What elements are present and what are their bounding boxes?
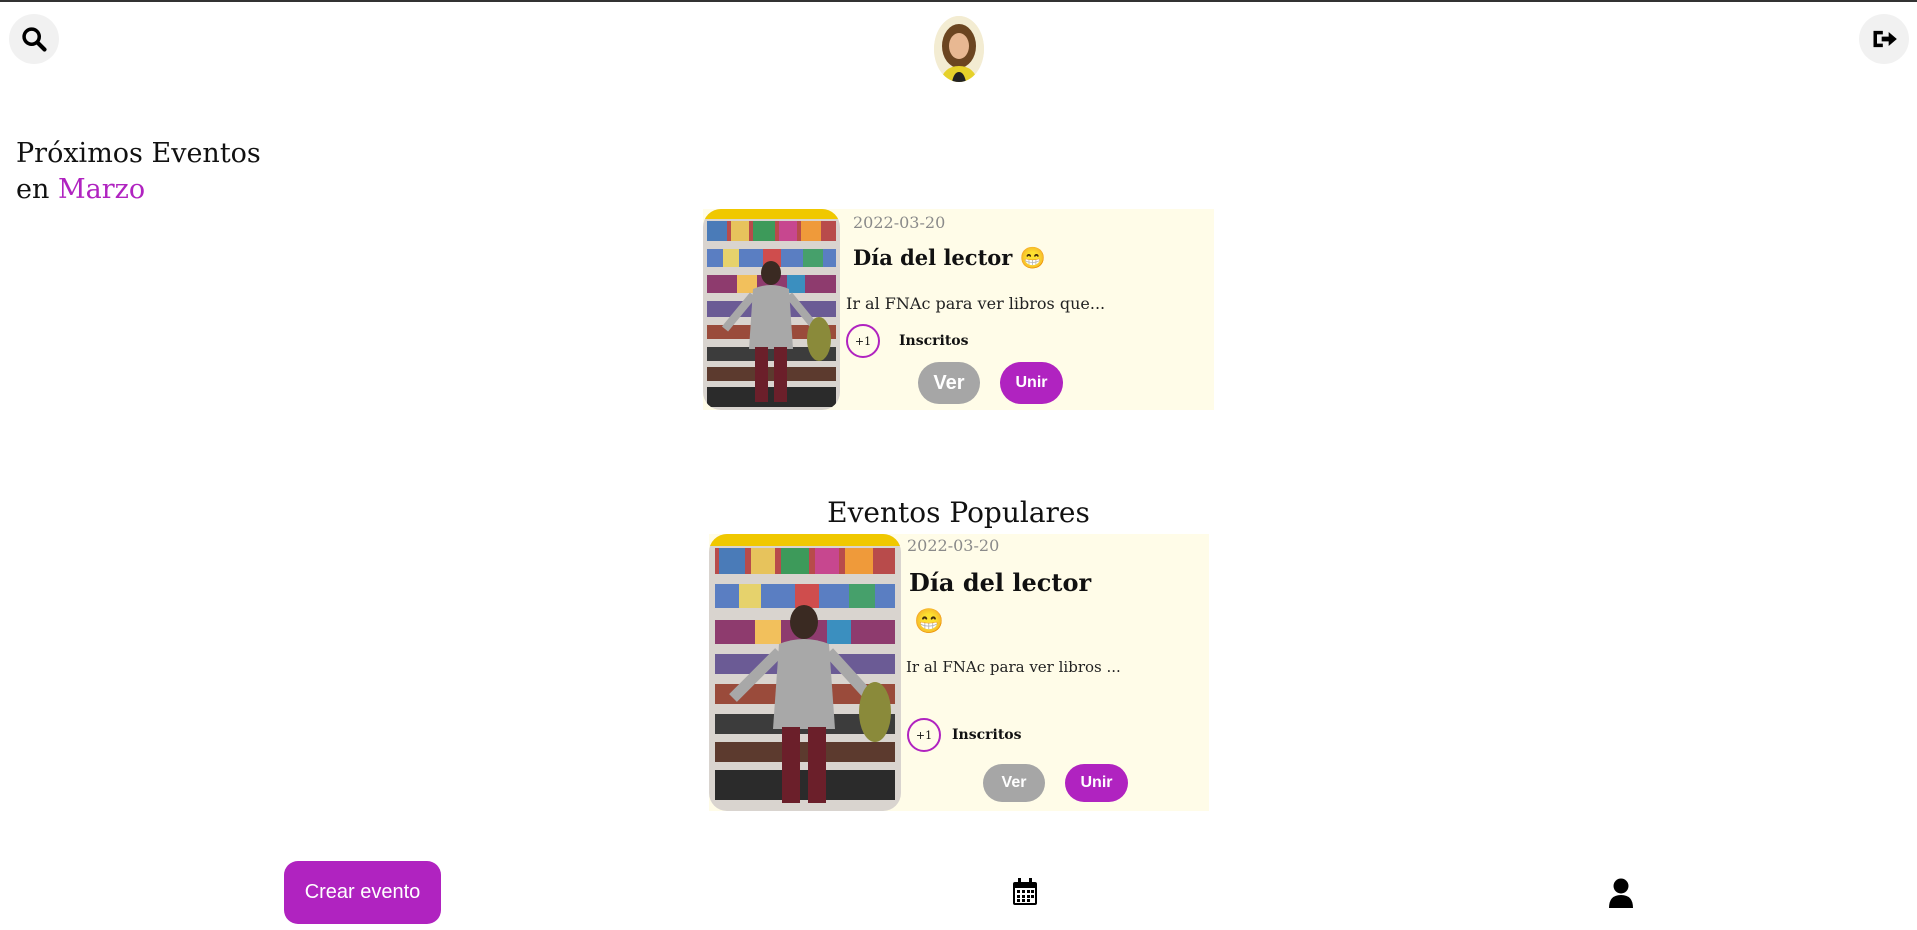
upcoming-prefix: en — [16, 174, 50, 205]
attendee-label: Inscritos — [952, 727, 1022, 743]
view-button[interactable]: Ver — [918, 362, 980, 404]
logout-button[interactable] — [1859, 14, 1909, 64]
join-button[interactable]: Unir — [1065, 764, 1128, 802]
event-description: Ir al FNAc para ver libros que... — [846, 294, 1106, 313]
calendar-icon — [1013, 878, 1037, 905]
view-button[interactable]: Ver — [983, 764, 1045, 802]
attendee-count: +1 — [907, 718, 941, 752]
upcoming-event-card: 2022-03-20 Día del lector 😁 Ir al FNAc p… — [703, 209, 1214, 410]
upcoming-events-heading: Próximos Eventos en Marzo — [16, 136, 261, 208]
upcoming-month: Marzo — [57, 174, 146, 205]
join-button[interactable]: Unir — [1000, 362, 1063, 404]
event-description: Ir al FNAc para ver libros ... — [906, 658, 1121, 676]
popular-event-card: 2022-03-20 Día del lector 😁 Ir al FNAc p… — [709, 534, 1209, 811]
attendee-count: +1 — [846, 324, 880, 358]
event-date: 2022-03-20 — [853, 213, 946, 232]
upcoming-title: Próximos Eventos — [16, 138, 261, 169]
search-icon — [22, 27, 47, 52]
event-date: 2022-03-20 — [907, 536, 1000, 555]
event-title-emoji: 😁 — [914, 606, 944, 635]
upcoming-month-line: en Marzo — [16, 172, 261, 208]
popular-events-heading: Eventos Populares — [827, 496, 1090, 529]
avatar-image — [934, 16, 984, 82]
create-event-button[interactable]: Crear evento — [284, 861, 441, 924]
sign-out-icon — [1873, 30, 1897, 48]
user-avatar[interactable] — [934, 16, 984, 82]
event-title: Día del lector — [909, 568, 1092, 597]
profile-button[interactable] — [1608, 878, 1634, 912]
user-icon — [1609, 878, 1633, 908]
event-photo — [709, 534, 901, 811]
calendar-button[interactable] — [1012, 878, 1038, 910]
event-photo — [703, 209, 840, 410]
search-button[interactable] — [9, 14, 59, 64]
attendee-label: Inscritos — [899, 333, 969, 349]
event-title: Día del lector 😁 — [853, 245, 1046, 270]
